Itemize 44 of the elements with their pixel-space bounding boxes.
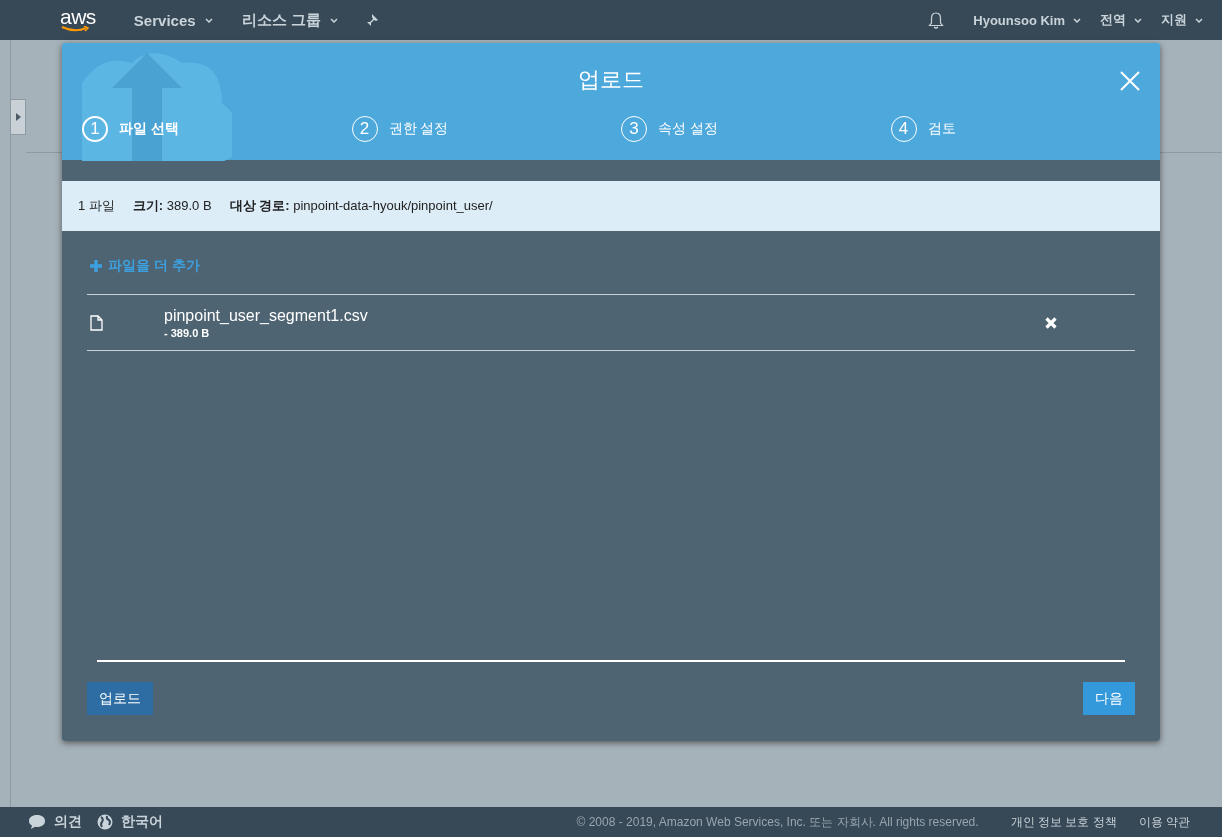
summary-text: 대상 경로: pinpoint-data-hyouk/pinpoint_user/ bbox=[229, 197, 493, 215]
nav-menu-button[interactable]: 리소스 그룹 bbox=[241, 10, 338, 30]
smile-arrow-icon bbox=[60, 25, 90, 33]
nav-menu-button[interactable]: Hyounsoo Kim bbox=[973, 12, 1081, 28]
plus-icon bbox=[90, 260, 102, 272]
pin-icon bbox=[366, 14, 379, 26]
caret-icon bbox=[204, 17, 213, 23]
caret-icon bbox=[1195, 17, 1203, 23]
aws-logo[interactable]: aws bbox=[60, 7, 96, 33]
step-label: 파일 선택 bbox=[119, 120, 179, 138]
nav-menu-button[interactable]: Services bbox=[133, 11, 213, 29]
language-link[interactable]: 한국어 bbox=[97, 813, 163, 831]
speech-bubble-icon bbox=[28, 814, 46, 830]
caret-icon bbox=[1134, 17, 1142, 23]
close-icon bbox=[1120, 71, 1140, 91]
feedback-link[interactable]: 의견 bbox=[28, 813, 82, 831]
step-label: 권한 설정 bbox=[388, 120, 449, 138]
caret-icon bbox=[1073, 17, 1081, 23]
bell-icon bbox=[928, 11, 945, 29]
triangle-icon bbox=[15, 113, 21, 121]
pin-button[interactable] bbox=[366, 14, 379, 26]
remove-file-button[interactable] bbox=[1045, 316, 1057, 329]
close-icon bbox=[1045, 316, 1057, 329]
notifications-button[interactable] bbox=[928, 11, 945, 29]
footer-link[interactable]: 개인 정보 보호 정책 bbox=[1010, 813, 1117, 831]
caret-icon bbox=[329, 17, 338, 23]
next-button[interactable]: 다음 bbox=[1083, 682, 1135, 715]
file-size: - 389.0 B bbox=[164, 326, 211, 339]
step-label: 검토 bbox=[927, 120, 956, 138]
nav-menu-button[interactable]: 전역 bbox=[1100, 11, 1142, 29]
file-name: pinpoint_user_segment1.csv bbox=[164, 306, 369, 325]
footer-link[interactable]: 이용 약관 bbox=[1138, 813, 1190, 831]
sidebar-toggle-button[interactable] bbox=[10, 99, 26, 135]
globe-icon bbox=[97, 814, 113, 830]
summary-text: 1 파일 bbox=[78, 197, 115, 215]
document-icon bbox=[90, 314, 103, 331]
summary-text: 크기: 389.0 B bbox=[132, 197, 212, 215]
close-button[interactable] bbox=[1120, 71, 1140, 91]
nav-menu-button[interactable]: 지원 bbox=[1161, 11, 1203, 29]
copyright-text: © 2008 - 2019, Amazon Web Services, Inc. 또는 자회사. All rights reserved. bbox=[576, 813, 979, 831]
upload-button[interactable]: 업로드 bbox=[87, 682, 153, 715]
step-number: 1 bbox=[82, 116, 108, 142]
step-label: 속성 설정 bbox=[658, 120, 718, 138]
dialog-title: 업로드 bbox=[578, 65, 644, 94]
